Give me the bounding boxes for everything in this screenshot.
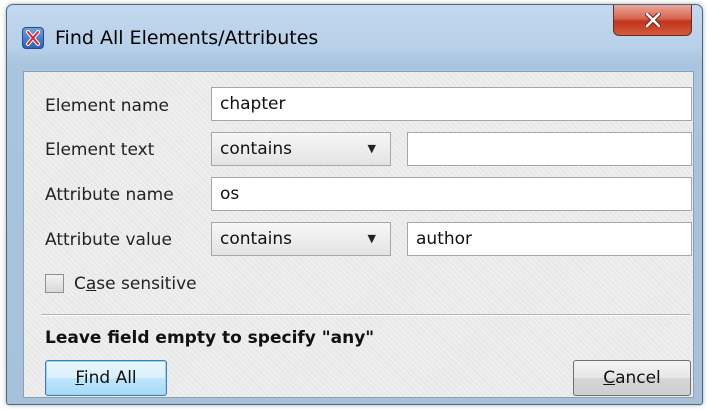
close-x-icon [645,13,661,27]
empty-field-hint: Leave field empty to specify "any" [45,328,375,348]
find-all-label-rest: ind All [83,368,137,388]
attribute-value-input[interactable] [407,222,692,256]
xml-editor-x-icon [22,27,44,49]
attribute-value-label: Attribute value [45,230,172,250]
element-text-operator-select[interactable]: contains ▼ [211,132,391,166]
find-all-button[interactable]: Find All [45,360,167,396]
case-sensitive-label-prefix: C [74,274,86,294]
element-text-input[interactable] [407,132,692,166]
separator [41,314,690,316]
dropdown-arrow-icon: ▼ [367,232,376,245]
attribute-name-label: Attribute name [45,185,174,205]
attribute-name-input[interactable] [211,177,692,211]
attribute-value-operator-value: contains [220,229,292,249]
attribute-value-operator-select[interactable]: contains ▼ [211,222,391,256]
dropdown-arrow-icon: ▼ [367,142,376,155]
element-name-label: Element name [45,96,169,116]
element-text-label: Element text [45,140,155,160]
close-button[interactable] [613,5,692,36]
element-name-input[interactable] [211,87,692,121]
find-all-mnemonic: F [75,368,84,388]
case-sensitive-mnemonic: a [85,274,97,294]
find-all-dialog: Find All Elements/Attributes Element nam… [6,4,703,405]
window-title: Find All Elements/Attributes [55,27,319,49]
dialog-body: Element name Element text contains ▼ Att… [23,71,694,398]
title-bar[interactable]: Find All Elements/Attributes [7,5,702,53]
cancel-label-rest: ancel [615,368,661,388]
cancel-mnemonic: C [603,368,616,388]
case-sensitive-label[interactable]: Case sensitive [74,274,197,294]
case-sensitive-label-suffix: se sensitive [96,274,197,294]
element-text-operator-value: contains [220,139,292,159]
cancel-button[interactable]: Cancel [573,360,691,396]
case-sensitive-checkbox[interactable] [45,274,64,293]
